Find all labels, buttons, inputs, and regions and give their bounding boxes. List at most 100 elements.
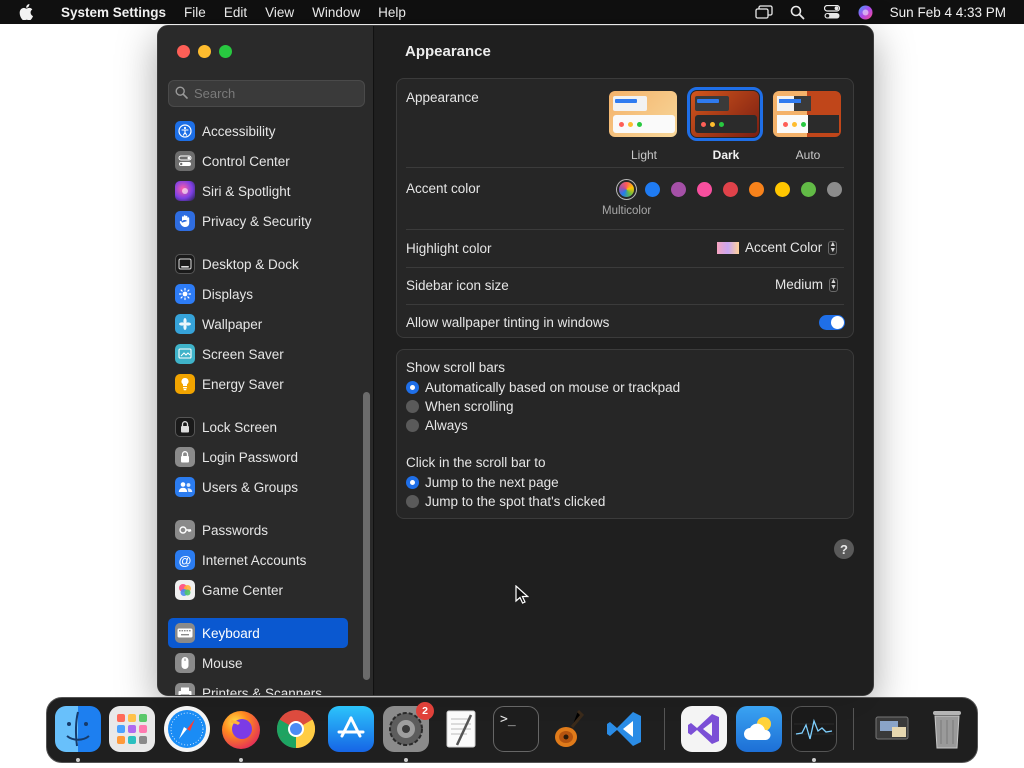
accent-swatch-graphite[interactable]	[827, 182, 842, 197]
sidebar-item-label: Passwords	[202, 522, 269, 538]
radio-label: Jump to the next page	[425, 475, 559, 490]
accent-swatch-green[interactable]	[801, 182, 816, 197]
sidebar-item-desktop-dock[interactable]: Desktop & Dock	[168, 249, 348, 279]
sidebar-item-login-password[interactable]: Login Password	[168, 442, 348, 472]
garageband-icon[interactable]	[547, 706, 593, 752]
sidebar-item-lock-screen[interactable]: Lock Screen	[168, 412, 348, 442]
screen-mirroring-icon[interactable]	[754, 2, 774, 22]
finder-icon[interactable]	[55, 706, 101, 752]
highlight-color-value: Accent Color	[745, 240, 823, 255]
accent-swatch-multicolor[interactable]	[619, 182, 634, 197]
vscode-icon[interactable]	[602, 706, 648, 752]
trash-icon[interactable]	[924, 706, 970, 752]
passwords-icon	[175, 520, 195, 540]
light-theme-thumbnail	[609, 91, 677, 137]
sidebar-item-screen-saver[interactable]: Screen Saver	[168, 339, 348, 369]
minimize-button[interactable]	[198, 45, 211, 58]
sidebar-item-internet-accounts[interactable]: @ Internet Accounts	[168, 545, 348, 575]
weather-icon[interactable]	[736, 706, 782, 752]
accent-swatch-orange[interactable]	[749, 182, 764, 197]
popup-stepper-icon: ▲ ▼	[829, 277, 839, 292]
divider	[406, 304, 844, 305]
desktop-dock-icon	[175, 254, 195, 274]
firefox-icon[interactable]	[218, 706, 264, 752]
appearance-option-light[interactable]: Light	[609, 91, 679, 162]
menu-view[interactable]: View	[256, 5, 303, 20]
running-indicator	[76, 758, 80, 762]
scroll-bars-option-always[interactable]: Always	[406, 418, 468, 433]
zoom-button[interactable]	[219, 45, 232, 58]
terminal-icon[interactable]: >_	[493, 706, 539, 752]
click-option-spot-clicked[interactable]: Jump to the spot that's clicked	[406, 494, 605, 509]
keyboard-icon	[175, 623, 195, 643]
accent-swatch-red[interactable]	[723, 182, 738, 197]
chrome-icon[interactable]	[273, 706, 319, 752]
sidebar-item-privacy-security[interactable]: Privacy & Security	[168, 206, 348, 236]
sidebar-item-label: Mouse	[202, 655, 243, 671]
sidebar-item-mouse[interactable]: Mouse	[168, 648, 348, 678]
menu-help[interactable]: Help	[369, 5, 415, 20]
downloads-stack-icon[interactable]	[869, 706, 915, 752]
sidebar-item-label: Users & Groups	[202, 479, 299, 495]
launchpad-icon[interactable]	[109, 706, 155, 752]
menu-clock[interactable]: Sun Feb 4 4:33 PM	[890, 5, 1006, 20]
radio-button[interactable]	[406, 476, 419, 489]
radio-button[interactable]	[406, 381, 419, 394]
accent-swatch-purple[interactable]	[671, 182, 686, 197]
radio-button[interactable]	[406, 400, 419, 413]
close-button[interactable]	[177, 45, 190, 58]
app-store-icon[interactable]	[328, 706, 374, 752]
search-field[interactable]: Search	[168, 80, 365, 107]
sidebar-scrollbar[interactable]	[361, 118, 371, 695]
popup-stepper-icon: ▲ ▼	[828, 240, 838, 255]
sidebar-icon-size-popup[interactable]: Medium ▲ ▼	[775, 277, 839, 292]
sidebar-item-wallpaper[interactable]: Wallpaper	[168, 309, 348, 339]
sidebar-item-displays[interactable]: Displays	[168, 279, 348, 309]
appearance-option-auto[interactable]: Auto	[773, 91, 843, 162]
textedit-icon[interactable]	[438, 706, 484, 752]
sidebar-item-control-center[interactable]: Control Center	[168, 146, 348, 176]
spotlight-search-icon[interactable]	[788, 2, 808, 22]
menu-file[interactable]: File	[175, 5, 215, 20]
highlight-color-preview	[717, 241, 739, 254]
safari-icon[interactable]	[164, 706, 210, 752]
highlight-color-popup[interactable]: Accent Color ▲ ▼	[717, 240, 838, 255]
sidebar-item-accessibility[interactable]: Accessibility	[168, 118, 348, 146]
radio-button[interactable]	[406, 419, 419, 432]
siri-icon[interactable]	[856, 2, 876, 22]
lock-screen-icon	[175, 417, 195, 437]
scroll-bars-option-automatic[interactable]: Automatically based on mouse or trackpad	[406, 380, 680, 395]
control-center-icon[interactable]	[822, 2, 842, 22]
sidebar-item-siri-spotlight[interactable]: Siri & Spotlight	[168, 176, 348, 206]
menu-app-name[interactable]: System Settings	[52, 5, 175, 20]
radio-label: Jump to the spot that's clicked	[425, 494, 606, 509]
sidebar-item-printers-scanners[interactable]: Printers & Scanners	[168, 678, 348, 695]
sidebar-scrollbar-thumb[interactable]	[363, 392, 370, 680]
visual-studio-icon[interactable]	[681, 706, 727, 752]
menu-edit[interactable]: Edit	[215, 5, 256, 20]
accent-swatch-pink[interactable]	[697, 182, 712, 197]
apple-menu-icon[interactable]	[0, 4, 52, 20]
login-password-icon	[175, 447, 195, 467]
accent-swatch-blue[interactable]	[645, 182, 660, 197]
sidebar-item-users-groups[interactable]: Users & Groups	[168, 472, 348, 502]
appearance-option-dark[interactable]: Dark	[687, 87, 763, 162]
highlight-color-label: Highlight color	[406, 241, 492, 256]
wallpaper-tinting-toggle[interactable]	[819, 315, 845, 330]
help-button[interactable]: ?	[834, 539, 854, 559]
menu-window[interactable]: Window	[303, 5, 369, 20]
scroll-bars-option-when-scrolling[interactable]: When scrolling	[406, 399, 514, 414]
click-option-next-page[interactable]: Jump to the next page	[406, 475, 559, 490]
search-placeholder: Search	[194, 86, 236, 101]
accent-swatch-yellow[interactable]	[775, 182, 790, 197]
dock-separator	[664, 708, 665, 750]
sidebar-item-keyboard[interactable]: Keyboard	[168, 618, 348, 648]
sidebar-item-label: Control Center	[202, 153, 290, 169]
accent-color-label: Accent color	[406, 181, 481, 196]
sidebar-item-passwords[interactable]: Passwords	[168, 515, 348, 545]
radio-button[interactable]	[406, 495, 419, 508]
activity-monitor-icon[interactable]	[791, 706, 837, 752]
sidebar-item-energy-saver[interactable]: Energy Saver	[168, 369, 348, 399]
sidebar-item-game-center[interactable]: Game Center	[168, 575, 348, 605]
dark-caption: Dark	[712, 148, 740, 162]
